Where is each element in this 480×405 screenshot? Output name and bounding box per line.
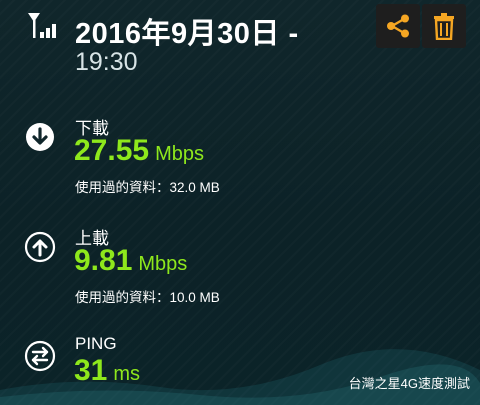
upload-speed-unit: Mbps — [138, 253, 188, 275]
test-time: 19:30 — [75, 48, 138, 76]
upload-data-used: 使用過的資料：10.0 MB — [75, 290, 220, 305]
upload-speed-value: 9.81 — [74, 244, 133, 277]
trash-icon — [434, 13, 454, 40]
ping-unit: ms — [113, 363, 141, 385]
test-date: 2016年9月30日 - — [75, 18, 299, 50]
download-data-used: 使用過的資料：32.0 MB — [75, 180, 220, 195]
share-icon — [387, 14, 409, 38]
ping-value: 31 — [74, 354, 108, 387]
upload-arrow-icon — [24, 231, 56, 263]
swap-arrows-icon — [24, 340, 56, 372]
download-arrow-icon — [26, 123, 54, 151]
ping-label: PING — [75, 334, 117, 353]
ping-latency: 31 ms — [74, 354, 140, 388]
download-speed-value: 27.55 — [74, 134, 150, 167]
download-speed: 27.55 Mbps — [74, 134, 204, 168]
background-wave — [0, 349, 480, 405]
result-header: 2016年9月30日 - 19:30 — [0, 0, 480, 90]
delete-button[interactable] — [422, 4, 466, 48]
download-speed-unit: Mbps — [155, 143, 204, 165]
signal-strength-icon — [28, 13, 56, 38]
upload-speed: 9.81 Mbps — [74, 244, 187, 278]
brand-watermark: 台灣之星4G速度測試 — [348, 376, 470, 391]
share-button[interactable] — [376, 4, 420, 48]
